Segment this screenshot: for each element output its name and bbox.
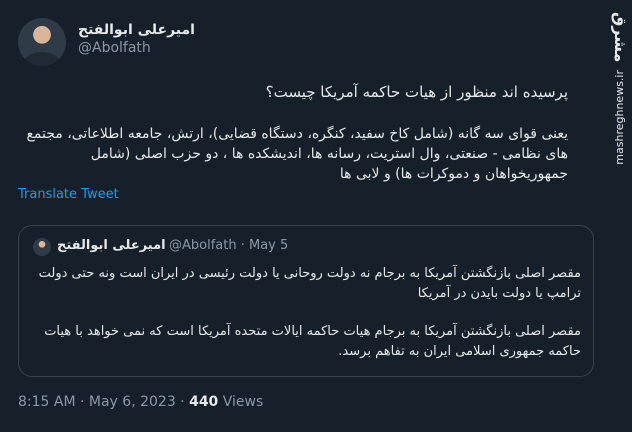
views-count: 440 (189, 394, 219, 410)
watermark-url: mashreghnews.ir (613, 70, 626, 165)
quoted-paragraph-2: مقصر اصلی بازنگشتن آمریکا به برجام هیات … (44, 324, 581, 359)
tweet-paragraph-2: یعنی قوای سه گانه (شامل کاخ سفید، کنگره،… (26, 126, 568, 182)
watermark: مشرق mashreghnews.ir (602, 0, 632, 432)
quoted-paragraph-1: مقصر اصلی بازنگشتن آمریکا به برجام نه دو… (38, 266, 581, 301)
tweet-header: امیرعلی ابوالفتح @Abolfath (18, 14, 598, 70)
tweet-paragraph-1: پرسیده اند منظور از هیات حاکمه آمریکا چی… (265, 83, 568, 101)
author-avatar[interactable] (18, 18, 66, 66)
quoted-author-avatar (33, 238, 51, 256)
author-display-name[interactable]: امیرعلی ابوالفتح (78, 22, 195, 38)
watermark-logo: مشرق (611, 12, 630, 63)
author-name-block: امیرعلی ابوالفتح @Abolfath (78, 22, 195, 56)
quoted-author-meta: @Abolfath · May 5 (169, 238, 289, 253)
views-label: Views (218, 394, 264, 410)
quoted-tweet[interactable]: امیرعلی ابوالفتح @Abolfath · May 5 مقصر … (18, 225, 594, 377)
translate-tweet-link[interactable]: Translate Tweet (18, 187, 119, 202)
tweet-footer: 8:15 AM · May 6, 2023 · 440 Views (18, 394, 263, 410)
tweet-timestamp[interactable]: 8:15 AM · May 6, 2023 · (18, 394, 189, 410)
author-handle[interactable]: @Abolfath (78, 40, 195, 56)
quoted-author-name: امیرعلی ابوالفتح (57, 238, 166, 253)
